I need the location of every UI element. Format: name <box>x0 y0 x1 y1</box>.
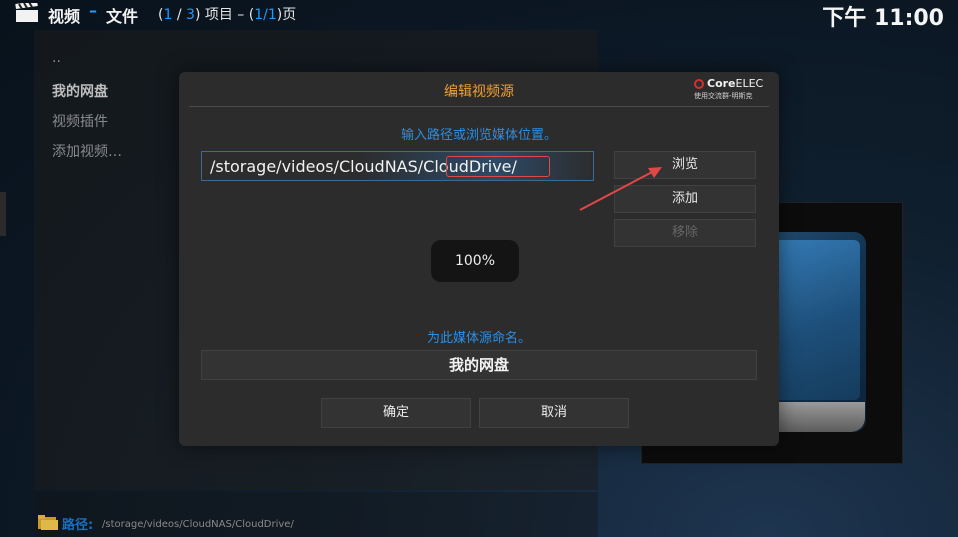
breadcrumb-subsection: 文件 <box>106 7 139 26</box>
add-button[interactable]: 添加 <box>614 185 756 213</box>
source-name-input[interactable]: 我的网盘 <box>201 350 757 380</box>
name-prompt: 为此媒体源命名。 <box>426 331 531 346</box>
path-bar <box>34 492 598 537</box>
path-label: 路径: <box>62 518 94 533</box>
progress-indicator: 100% <box>431 240 519 282</box>
path-value: /storage/videos/CloudNAS/CloudDrive/ <box>102 519 294 530</box>
annotation-highlight-box <box>446 156 550 177</box>
remove-button: 移除 <box>614 219 756 247</box>
list-item-parent[interactable]: .. <box>52 50 61 66</box>
list-item-video-addons[interactable]: 视频插件 <box>52 111 108 131</box>
list-item-my-cloud[interactable]: 我的网盘 <box>52 81 108 101</box>
item-page-counter: (1 / 3) 项目 – (1/1)页 <box>158 7 297 23</box>
clapperboard-icon <box>15 3 38 22</box>
side-menu-handle[interactable] <box>0 192 6 236</box>
title-divider <box>189 106 769 107</box>
breadcrumb-section: 视频 <box>48 7 81 26</box>
top-bar: 视频 – 文件 (1 / 3) 项目 – (1/1)页 下午 11:00 <box>0 0 958 31</box>
edit-video-source-dialog: 编辑视频源 CoreELEC 使用交流群-明斯克 输入路径或浏览媒体位置。 /s… <box>179 72 779 446</box>
brand-watermark: CoreELEC 使用交流群-明斯克 <box>694 77 764 101</box>
power-icon <box>694 79 704 89</box>
folder-icon <box>38 515 58 530</box>
cancel-button[interactable]: 取消 <box>479 398 629 428</box>
dialog-title: 编辑视频源 <box>444 84 514 100</box>
breadcrumb-separator: – <box>89 1 97 20</box>
path-input[interactable]: /storage/videos/CloudNAS/CloudDrive/ <box>201 151 594 181</box>
list-item-add-videos[interactable]: 添加视频… <box>52 141 122 161</box>
clock: 下午 11:00 <box>822 6 944 31</box>
brand-subtitle: 使用交流群-明斯克 <box>694 92 753 100</box>
browse-button[interactable]: 浏览 <box>614 151 756 179</box>
path-prompt: 输入路径或浏览媒体位置。 <box>400 128 557 143</box>
ok-button[interactable]: 确定 <box>321 398 471 428</box>
coreelec-logo: CoreELEC <box>694 77 764 90</box>
